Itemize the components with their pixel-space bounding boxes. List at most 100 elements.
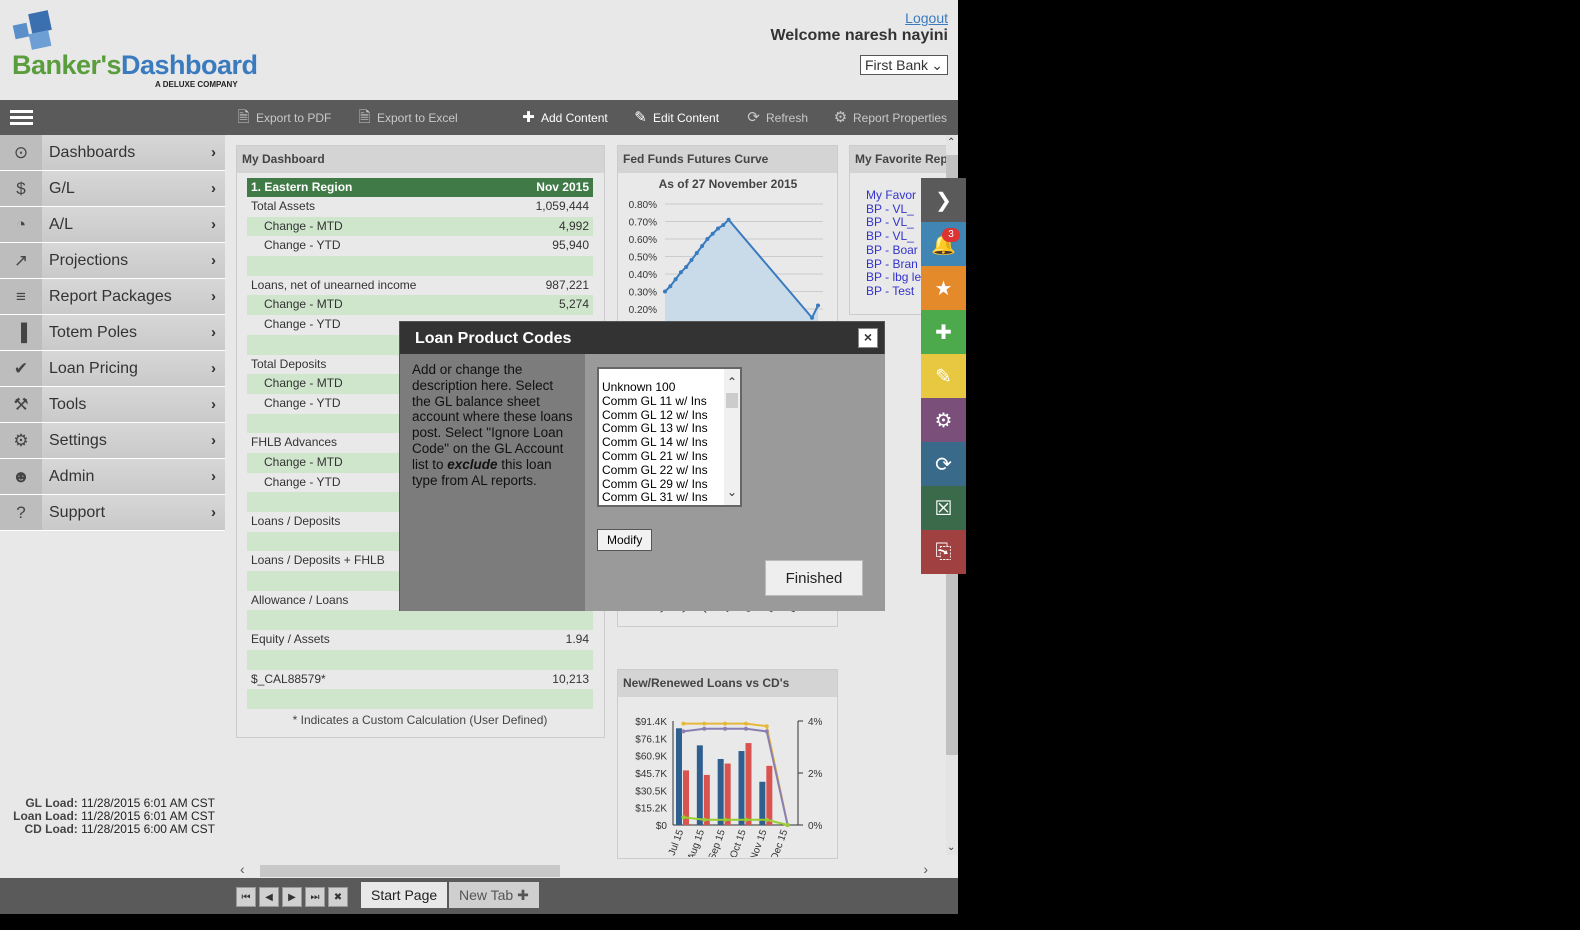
loan-code-listbox[interactable]: Unknown 100 Comm GL 11 w/ Ins Comm GL 12 w… [597,367,742,507]
sidebar-item-tools[interactable]: ⚒ Tools › [0,387,225,423]
y-tick-label: 0.70% [629,218,657,229]
chevron-down-icon[interactable]: ⌄ [724,485,740,499]
panel-title: My Favorite Rep [850,146,958,173]
bar [724,763,731,825]
star-icon: ★ [934,277,953,300]
table-row: Change - YTD 95,940 [247,236,593,256]
chevron-up-icon[interactable]: ⌃ [947,137,955,148]
data-point [810,315,814,320]
horizontal-scrollbar[interactable]: ‹ › [238,861,928,877]
bar [759,781,766,825]
refresh-button[interactable]: ⟳ Refresh [745,109,808,126]
action-refresh-button[interactable]: ⟳ [921,442,966,486]
notification-badge: 3 [942,228,960,242]
y2-tick-label: 0% [808,821,823,832]
listbox-scrollbar[interactable]: ⌃ ⌄ [724,369,740,505]
close-tab-icon[interactable]: ✖ [328,887,348,907]
trend-icon: ↗ [0,243,42,278]
listbox-option[interactable]: Comm GL 31 w/ Ins [602,491,737,505]
chevron-down-icon[interactable]: ⌄ [947,842,955,853]
sidebar-item-totem-poles[interactable]: ▐ Totem Poles › [0,315,225,351]
sidebar-item-report-packages[interactable]: ≡ Report Packages › [0,279,225,315]
y-tick-label: 0.80% [629,200,657,211]
table-row: Loans, net of unearned income 987,221 [247,276,593,296]
refresh-icon: ⟳ [935,453,952,476]
listbox-option[interactable]: Comm GL 12 w/ Ins [602,408,737,423]
tab-new-tab[interactable]: New Tab ✚ [449,882,539,908]
hamburger-menu-icon[interactable] [10,110,33,126]
cd-load: CD Load: 11/28/2015 6:00 AM CST [24,822,215,836]
listbox-option[interactable]: Comm GL 11 w/ Ins [602,394,737,409]
listbox-option[interactable]: Comm GL 29 w/ Ins [602,477,737,492]
bank-select[interactable]: First Bank ⌄ [860,55,948,75]
refresh-label: Refresh [766,110,809,125]
sidebar-item-loan-pricing[interactable]: ✔ Loan Pricing › [0,351,225,387]
row-value: 5,274 [558,297,589,312]
data-point [785,823,790,827]
listbox-option[interactable]: Comm GL 13 w/ Ins [602,422,737,436]
table-row: $_CAL88579* 10,213 [247,670,593,690]
chart-subtitle: As of 27 November 2015 [659,177,798,191]
excel-icon: ☒ [934,497,953,520]
logout-link[interactable]: Logout [905,10,948,26]
action-bell-button[interactable]: 🔔 3 [921,222,966,266]
chevron-right-icon[interactable]: › [923,861,928,877]
first-tab-icon[interactable]: ⏮ [236,887,256,907]
listbox-option[interactable]: Comm GL 14 w/ Ins [602,435,737,450]
sidebar-item-projections[interactable]: ↗ Projections › [0,243,225,279]
export-pdf-button[interactable]: 🗎 Export to PDF [235,109,331,126]
row-label: Total Assets [251,199,316,213]
action-pdf-button[interactable]: ⎘ [921,530,966,574]
prev-tab-icon[interactable]: ◀ [259,887,279,907]
y-tick-label: 0.60% [629,235,657,246]
table-row [247,649,593,670]
close-icon[interactable]: × [858,328,878,348]
listbox-option[interactable]: Unknown 100 [602,380,737,395]
sidebar-item-admin[interactable]: ☻ Admin › [0,459,225,495]
sidebar-item-support[interactable]: ? Support › [0,495,225,531]
chevron-left-icon[interactable]: ‹ [240,861,245,877]
bank-select-value: First Bank [865,57,929,73]
x-tick-label: Aug 15 [686,828,707,857]
add-content-button[interactable]: ✚ Add Content [520,109,608,126]
data-point [673,277,678,282]
listbox-option[interactable]: Comm GL 21 w/ Ins [602,449,737,464]
check-icon: ✔ [0,351,42,386]
listbox-option[interactable]: Comm GL 22 w/ Ins [602,463,737,478]
data-point [684,265,689,269]
action-plus-button[interactable]: ✚ [921,310,966,354]
action-star-button[interactable]: ★ [921,266,966,310]
brand-tagline: A DELUXE COMPANY [155,80,238,89]
data-point [663,289,667,294]
sidebar-item-label: A/L [49,215,74,233]
y-tick-label: 0.40% [629,270,657,281]
export-excel-button[interactable]: 🗎 Export to Excel [356,109,457,126]
data-point [710,231,715,236]
table-row: Change - MTD 4,992 [247,216,593,237]
tab-start-page[interactable]: Start Page [361,882,448,908]
sidebar-item-a-l[interactable]: ◔ A/L › [0,207,225,243]
row-label: Equity / Assets [251,632,330,647]
action-excel-button[interactable]: ☒ [921,486,966,530]
sidebar-item-g-l[interactable]: $ G/L › [0,171,225,207]
chevron-up-icon[interactable]: ⌃ [724,375,740,389]
action-pencil-button[interactable]: ✎ [921,354,966,398]
sidebar-item-settings[interactable]: ⚙ Settings › [0,423,225,459]
loan-product-codes-dialog: Loan Product Codes × Add or change the d… [399,321,885,611]
welcome-text: Welcome naresh nayini [770,27,948,44]
edit-content-button[interactable]: ✎ Edit Content [632,109,719,126]
action-gear-button[interactable]: ⚙ [921,398,966,442]
action-chevron-right-button[interactable]: ❯ [921,178,966,222]
modify-button[interactable]: Modify [597,529,653,551]
chevron-right-icon: › [211,432,216,449]
edit-content-label: Edit Content [653,110,720,125]
last-tab-icon[interactable]: ⏭ [305,887,325,907]
scroll-thumb[interactable] [726,393,738,408]
report-properties-button[interactable]: ⚙ Report Properties [832,109,947,126]
sidebar-item-dashboards[interactable]: ⊙ Dashboards › [0,135,225,171]
bankers-dashboard-logo[interactable]: Banker'sDashboard A DELUXE COMPANY [10,10,270,90]
next-tab-icon[interactable]: ▶ [282,887,302,907]
new-loans-panel: New/Renewed Loans vs CD's $91.4K $76.1K $6… [617,669,838,862]
finished-button[interactable]: Finished [765,560,863,596]
scroll-thumb[interactable] [260,865,560,877]
